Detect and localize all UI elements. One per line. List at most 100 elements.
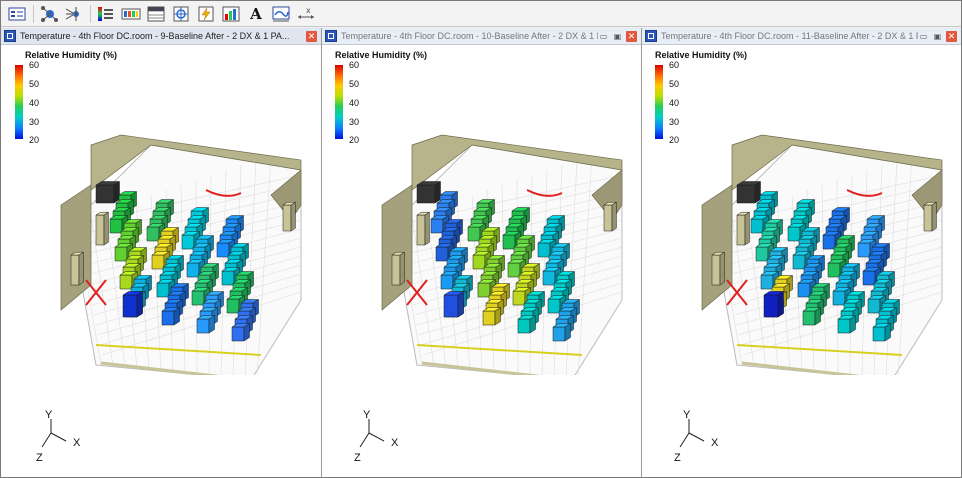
rack-front	[95, 184, 115, 204]
room-3d-view[interactable]	[642, 45, 960, 375]
axis-x-label: X	[391, 437, 399, 449]
rack-front	[502, 234, 516, 250]
rack	[763, 291, 785, 318]
lightning-icon[interactable]	[194, 3, 218, 25]
minimize-icon[interactable]: ▭	[918, 31, 929, 42]
rack-front	[923, 204, 933, 232]
rack-side	[113, 181, 120, 204]
chart-icon[interactable]	[219, 3, 243, 25]
rack-front	[552, 326, 566, 342]
rack-side	[744, 211, 750, 246]
crac-unit	[70, 251, 85, 286]
axis-y-label: Y	[683, 409, 691, 421]
rack-front	[711, 254, 721, 286]
rack	[552, 323, 572, 342]
rack-front	[792, 254, 806, 270]
rack-front	[755, 246, 769, 262]
rack-front	[416, 214, 426, 246]
rack	[482, 307, 502, 326]
rack-front	[435, 246, 449, 262]
crac-unit	[736, 211, 751, 246]
rack-front	[114, 246, 128, 262]
airflow-icon[interactable]	[269, 3, 293, 25]
fan-icon[interactable]	[62, 3, 86, 25]
svg-text:x: x	[306, 6, 311, 15]
pane-title: Temperature - 4th Floor DC.room - 10-Bas…	[341, 31, 598, 41]
close-icon[interactable]: ✕	[306, 30, 317, 42]
rack-side	[719, 251, 725, 286]
rack	[802, 307, 822, 326]
cards-icon[interactable]	[5, 3, 29, 25]
rack-front	[95, 214, 105, 246]
rack-front	[787, 226, 801, 242]
axis-x-label: X	[73, 437, 81, 449]
rack-front	[547, 298, 561, 314]
bubble-icon[interactable]	[169, 3, 193, 25]
rack-front	[763, 294, 779, 318]
rack-front	[231, 326, 245, 342]
rack-front	[517, 318, 531, 334]
close-icon[interactable]: ✕	[626, 30, 637, 42]
rack-side	[399, 251, 405, 286]
rack	[122, 291, 144, 318]
grid-icon[interactable]	[144, 3, 168, 25]
rack-front	[467, 226, 481, 242]
rack-front	[109, 218, 123, 234]
text-icon[interactable]: A	[244, 3, 268, 25]
view-icon	[4, 30, 16, 42]
maximize-icon[interactable]: ▣	[932, 31, 943, 42]
rack-front	[750, 218, 764, 234]
rack-side	[424, 211, 430, 246]
crac-unit	[923, 201, 938, 232]
rack-front	[416, 184, 436, 204]
room-3d-view[interactable]	[1, 45, 321, 375]
axis-icon[interactable]: x	[294, 3, 318, 25]
rack-front	[507, 262, 521, 278]
rack-front	[857, 242, 871, 258]
rack-front	[736, 184, 756, 204]
rack-front	[151, 254, 165, 270]
rack-front	[512, 290, 526, 306]
network-icon[interactable]	[37, 3, 61, 25]
crac-unit	[711, 251, 726, 286]
minimize-icon[interactable]: ▭	[598, 31, 609, 42]
app-window: A x Temperature - 4th Floor DC.room - 9-…	[0, 0, 962, 478]
axis-x-label: X	[711, 437, 719, 449]
rack-front	[797, 282, 811, 298]
rack-front	[872, 326, 886, 342]
rack-front	[161, 310, 175, 326]
rack-front	[430, 218, 444, 234]
crac-unit	[95, 211, 110, 246]
view-pane-1[interactable]: Temperature - 4th Floor DC.room - 9-Base…	[1, 28, 322, 477]
axis-z-label: Z	[354, 452, 361, 464]
close-icon[interactable]: ✕	[946, 30, 957, 42]
toolbar-separator	[90, 4, 91, 23]
rack-side	[103, 211, 109, 246]
axis-z-label: Z	[674, 452, 681, 464]
maximize-icon[interactable]: ▣	[612, 31, 623, 42]
axis-y-label: Y	[45, 409, 53, 421]
rack-front	[146, 226, 160, 242]
pane-title: Temperature - 4th Floor DC.room - 11-Bas…	[661, 31, 918, 41]
rack-front	[216, 242, 230, 258]
pane-title: Temperature - 4th Floor DC.room - 9-Base…	[20, 31, 290, 41]
rack-front	[822, 234, 836, 250]
rack-front	[221, 270, 235, 286]
color-palette-icon[interactable]	[94, 3, 118, 25]
view-pane-3[interactable]: Temperature - 4th Floor DC.room - 11-Bas…	[642, 28, 961, 477]
room-3d-view[interactable]	[322, 45, 640, 375]
crac-unit	[416, 181, 442, 204]
sensor-icon[interactable]	[119, 3, 143, 25]
toolbar: A x	[1, 1, 961, 27]
rack-front	[186, 262, 200, 278]
rack-front	[827, 262, 841, 278]
toolbar-separator	[33, 4, 34, 23]
rack-side	[136, 291, 143, 318]
view-icon	[645, 30, 657, 42]
rack-front	[837, 318, 851, 334]
view-pane-2[interactable]: Temperature - 4th Floor DC.room - 10-Bas…	[322, 28, 642, 477]
rack	[872, 323, 892, 342]
crac-unit	[603, 201, 618, 232]
pane-title-bar: Temperature - 4th Floor DC.room - 11-Bas…	[642, 28, 961, 45]
rack-front	[122, 294, 138, 318]
